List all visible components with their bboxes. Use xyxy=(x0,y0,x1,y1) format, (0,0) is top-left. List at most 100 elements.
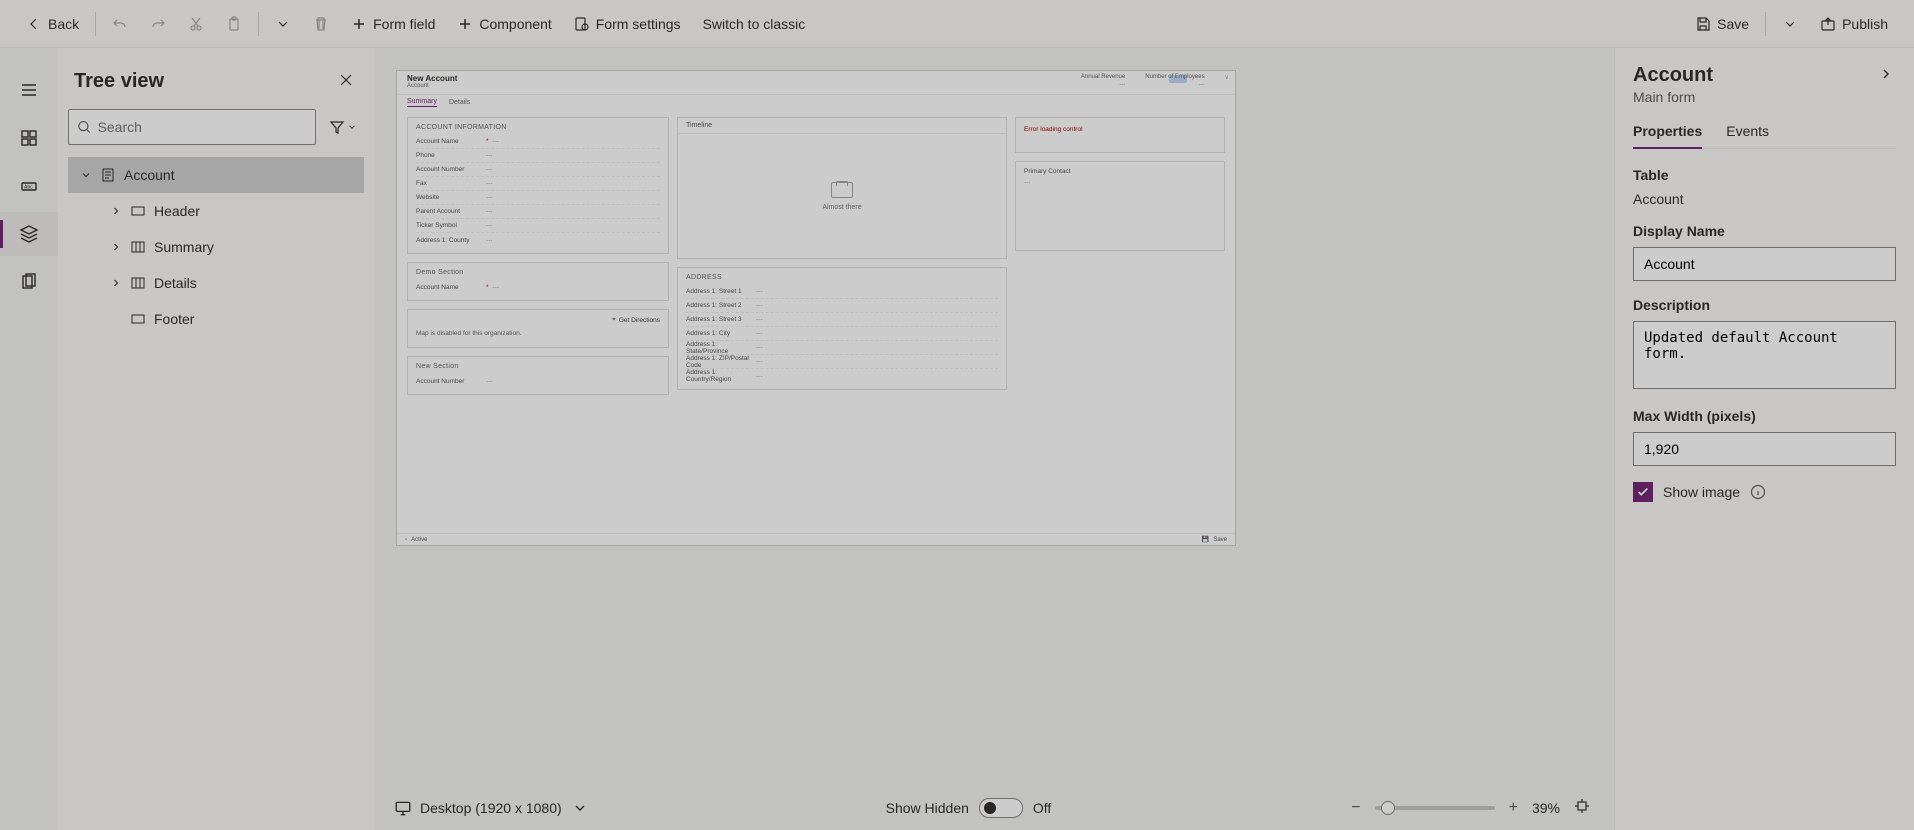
undo-button[interactable] xyxy=(102,10,138,38)
table-label: Table xyxy=(1633,167,1896,183)
description-label: Description xyxy=(1633,297,1896,313)
section-timeline[interactable]: Timeline Almost there xyxy=(677,117,1007,259)
prop-tab-events[interactable]: Events xyxy=(1726,123,1769,148)
preview-statusbar: ▫Active 💾Save xyxy=(397,533,1235,545)
tree-node-account[interactable]: Account xyxy=(68,157,364,193)
rail-library-button[interactable] xyxy=(0,260,58,304)
rail-components-button[interactable] xyxy=(0,116,58,160)
error-text: Error loading control xyxy=(1024,124,1216,139)
device-label: Desktop (1920 x 1080) xyxy=(420,800,562,816)
section-account-info[interactable]: ACCOUNT INFORMATION Account Name*--- Pho… xyxy=(407,117,669,254)
section-address[interactable]: ADDRESS Address 1: Street 1--- Address 1… xyxy=(677,267,1007,390)
rail-tree-button[interactable] xyxy=(0,212,58,256)
section-title: Primary Contact xyxy=(1024,168,1216,175)
tree-node-header[interactable]: Header xyxy=(68,193,364,229)
tab-icon xyxy=(130,239,146,255)
tree: Account Header Summary Details Footer xyxy=(68,153,364,341)
field-label: Account Name xyxy=(416,284,486,291)
get-directions-label: Get Directions xyxy=(619,317,660,324)
field-value: --- xyxy=(486,222,493,229)
field-label: Phone xyxy=(416,152,486,159)
field-label: Address 1: County xyxy=(416,237,486,244)
preview-tab-summary[interactable]: Summary xyxy=(407,98,437,107)
section-icon xyxy=(130,311,146,327)
zoom-value: 39% xyxy=(1532,800,1560,816)
tree-search-input[interactable] xyxy=(98,119,307,135)
section-demo[interactable]: Demo Section Account Name*--- xyxy=(407,262,669,301)
show-image-checkbox[interactable] xyxy=(1633,482,1653,502)
field-value: --- xyxy=(486,194,493,201)
tree-search[interactable] xyxy=(68,109,316,145)
component-label: Component xyxy=(479,16,551,32)
tree-node-footer[interactable]: Footer xyxy=(68,301,364,337)
save-dropdown-button[interactable] xyxy=(1772,10,1808,38)
separator xyxy=(95,12,96,36)
preview-tabs: Summary Details xyxy=(397,95,1235,109)
toggle-state: Off xyxy=(1033,800,1051,816)
zoom-out-button[interactable]: − xyxy=(1347,799,1364,817)
section-new[interactable]: New Section Account Number--- xyxy=(407,356,669,395)
svg-text:Abc: Abc xyxy=(24,185,33,191)
field-label: Fax xyxy=(416,180,486,187)
timeline-text: Almost there xyxy=(822,204,861,211)
prop-subtitle: Main form xyxy=(1633,89,1713,105)
save-button[interactable]: Save xyxy=(1685,10,1759,38)
field-value: --- xyxy=(756,302,763,309)
rail-fields-button[interactable]: Abc xyxy=(0,164,58,208)
section-error[interactable]: Error loading control xyxy=(1015,117,1225,153)
save-label: Save xyxy=(1717,16,1749,32)
left-rail: Abc xyxy=(0,48,58,830)
publish-button[interactable]: Publish xyxy=(1810,10,1898,38)
form-settings-button[interactable]: Form settings xyxy=(564,10,691,38)
form-field-button[interactable]: Form field xyxy=(341,10,445,38)
field-value: --- xyxy=(493,138,500,145)
section-map[interactable]: ⌖Get Directions Map is disabled for this… xyxy=(407,309,669,348)
section-primary-contact[interactable]: Primary Contact --- xyxy=(1015,161,1225,251)
tree-filter-button[interactable] xyxy=(322,109,364,145)
rail-hamburger-button[interactable] xyxy=(0,68,58,112)
separator xyxy=(1765,12,1766,36)
switch-classic-button[interactable]: Switch to classic xyxy=(693,10,816,38)
collapse-panel-button[interactable] xyxy=(1876,64,1896,87)
zoom-slider[interactable] xyxy=(1375,806,1495,810)
prop-tab-properties[interactable]: Properties xyxy=(1633,123,1702,149)
tree-close-button[interactable] xyxy=(334,68,358,95)
redo-button[interactable] xyxy=(140,10,176,38)
section-title: Timeline xyxy=(678,118,1006,134)
paste-button[interactable] xyxy=(216,10,252,38)
tree-node-label: Summary xyxy=(154,239,214,255)
field-label: Address 1: ZIP/Postal Code xyxy=(686,355,756,369)
preview-header: New Account Account Annual Revenue--- Nu… xyxy=(397,71,1235,95)
field-label: Address 1: City xyxy=(686,330,756,337)
show-hidden-toggle[interactable] xyxy=(979,798,1023,818)
field-value: --- xyxy=(756,344,763,351)
field-value: --- xyxy=(756,358,763,365)
field-label: Account Name xyxy=(416,138,486,145)
properties-panel: Account Main form Properties Events Tabl… xyxy=(1614,48,1914,830)
zoom-in-button[interactable]: + xyxy=(1505,799,1522,817)
paste-dropdown-button[interactable] xyxy=(265,10,301,38)
delete-button[interactable] xyxy=(303,10,339,38)
publish-label: Publish xyxy=(1842,16,1888,32)
preview-tab-details[interactable]: Details xyxy=(449,99,470,106)
back-button[interactable]: Back xyxy=(16,10,89,38)
tree-node-details[interactable]: Details xyxy=(68,265,364,301)
header-field-label: Number of Employees xyxy=(1145,74,1204,80)
field-value: --- xyxy=(493,284,500,291)
device-dropdown-button[interactable] xyxy=(570,798,590,818)
tree-node-label: Details xyxy=(154,275,197,291)
header-field-value: --- xyxy=(1199,82,1205,88)
display-name-input[interactable] xyxy=(1633,247,1896,281)
form-preview[interactable]: New Account Account Annual Revenue--- Nu… xyxy=(396,70,1236,546)
field-label: Ticker Symbol xyxy=(416,222,486,229)
description-input[interactable] xyxy=(1633,321,1896,389)
canvas: New Account Account Annual Revenue--- Nu… xyxy=(374,48,1614,830)
max-width-input[interactable] xyxy=(1633,432,1896,466)
component-button[interactable]: Component xyxy=(447,10,561,38)
cut-button[interactable] xyxy=(178,10,214,38)
tree-node-summary[interactable]: Summary xyxy=(68,229,364,265)
fit-button[interactable] xyxy=(1570,798,1594,819)
tree-node-label: Account xyxy=(124,167,175,183)
field-value: --- xyxy=(756,373,763,380)
filter-icon xyxy=(329,119,345,135)
